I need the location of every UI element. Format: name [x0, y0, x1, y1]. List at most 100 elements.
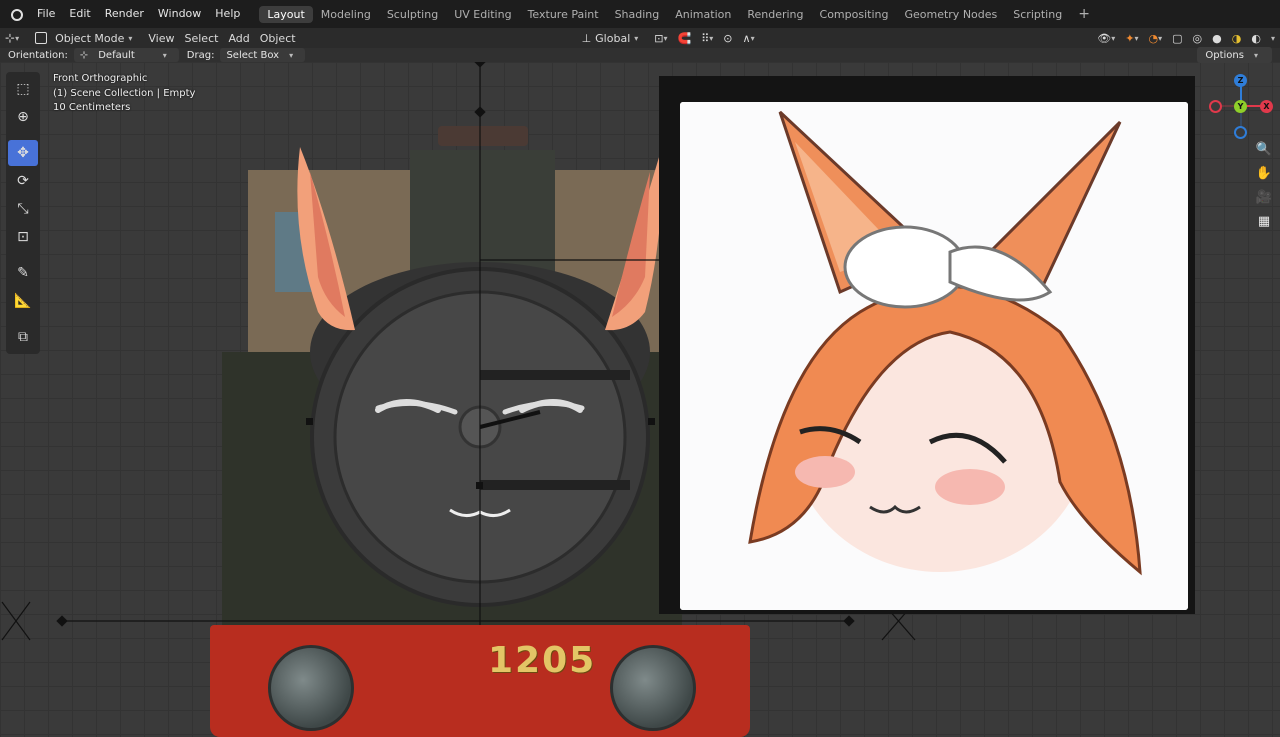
shading-options-button[interactable]: ▾ [1266, 28, 1280, 48]
workspace-tabs: Layout Modeling Sculpting UV Editing Tex… [259, 5, 1098, 23]
snap-toggle-icon[interactable]: 🧲 [673, 28, 697, 48]
tab-compositing[interactable]: Compositing [812, 6, 897, 23]
gizmo-toggle-icon[interactable]: ✦ ▾ [1120, 28, 1143, 48]
tab-rendering[interactable]: Rendering [739, 6, 811, 23]
ortho-grid-icon[interactable]: ▦ [1254, 212, 1274, 232]
tab-modeling[interactable]: Modeling [313, 6, 379, 23]
menu-select[interactable]: Select [180, 28, 224, 48]
chevron-down-icon: ▾ [1158, 33, 1163, 43]
snap-increment-button[interactable]: ⠿ ▾ [696, 28, 718, 48]
drag-dropdown[interactable]: Select Box ▾ [220, 48, 306, 62]
visibility-eye-icon[interactable]: 👁 ▾ [1092, 28, 1120, 48]
blender-logo-icon[interactable] [8, 6, 24, 22]
options-label: Options [1205, 49, 1244, 61]
menu-help[interactable]: Help [208, 0, 247, 28]
reference-image [680, 102, 1188, 610]
neg-z-axis-handle[interactable] [1234, 126, 1247, 139]
chevron-down-icon: ▾ [634, 33, 639, 43]
drag-value: Select Box [226, 49, 280, 61]
object-mode-icon [35, 32, 48, 44]
proportional-edit-icon[interactable]: ⊙ [718, 28, 737, 48]
options-dropdown[interactable]: Options ▾ [1197, 47, 1272, 63]
tab-shading[interactable]: Shading [607, 6, 668, 23]
chevron-down-icon: ▾ [162, 50, 167, 60]
orientation-dropdown[interactable]: ⊹ Default ▾ [73, 48, 179, 62]
chimney-cap [438, 126, 528, 146]
falloff-curve-icon[interactable]: ∧ ▾ [738, 28, 760, 48]
y-axis-handle[interactable]: Y [1234, 100, 1247, 113]
menu-object[interactable]: Object [255, 28, 301, 48]
menu-view[interactable]: View [143, 28, 179, 48]
tab-texture-paint[interactable]: Texture Paint [520, 6, 607, 23]
transform-tool[interactable]: ⊡ [8, 224, 38, 250]
menu-render[interactable]: Render [98, 0, 151, 28]
chevron-down-icon: ▾ [1134, 33, 1139, 43]
menu-add[interactable]: Add [223, 28, 254, 48]
scale-tool[interactable]: ⤡ [8, 196, 38, 222]
camera-view-icon[interactable]: 🎥 [1254, 188, 1274, 208]
cursor-icon: ⊕ [17, 109, 29, 125]
measure-tool[interactable]: 📐 [8, 288, 38, 314]
add-cube-tool[interactable]: ⧉ [8, 324, 38, 350]
tab-geometry-nodes[interactable]: Geometry Nodes [896, 6, 1005, 23]
transform-orientation-dropdown[interactable]: ⊥ Global ▾ [576, 30, 645, 46]
chevron-down-icon: ▾ [1253, 50, 1258, 60]
menu-edit[interactable]: Edit [62, 0, 97, 28]
tab-layout[interactable]: Layout [259, 5, 313, 23]
annotate-tool[interactable]: ✎ [8, 260, 38, 286]
overlay-toggle-icon[interactable]: ◔ ▾ [1144, 28, 1168, 48]
cursor-tool[interactable]: ⊕ [8, 104, 38, 130]
transform-icon: ⊡ [17, 229, 29, 245]
wireframe-shading-icon[interactable]: ◎ [1188, 28, 1208, 48]
chevron-down-icon: ▾ [289, 50, 294, 60]
chevron-down-icon: ▾ [1111, 33, 1116, 43]
move-icon: ✥ [17, 145, 29, 161]
collection-info: (1) Scene Collection | Empty [53, 87, 196, 99]
add-workspace-button[interactable]: + [1070, 6, 1098, 22]
mode-dropdown[interactable]: Object Mode ▾ [29, 30, 138, 46]
grid-scale: 10 Centimeters [53, 102, 131, 113]
rendered-shading-icon[interactable]: ◐ [1246, 28, 1266, 48]
tab-sculpting[interactable]: Sculpting [379, 6, 446, 23]
z-axis-handle[interactable]: Z [1234, 74, 1247, 87]
navigation-gizmo[interactable]: Z Y X [1206, 72, 1278, 142]
3d-viewport[interactable]: 1205 [0, 62, 1280, 737]
orientation-value: Default [98, 49, 135, 61]
editor-type-button[interactable]: ⊹ ▾ [0, 28, 24, 48]
solid-shading-icon[interactable]: ● [1207, 28, 1227, 48]
locomotive-number: 1205 [488, 640, 597, 681]
viewport-header: ⊹ ▾ Object Mode ▾ View Select Add Object … [0, 28, 1280, 48]
rotate-tool[interactable]: ⟳ [8, 168, 38, 194]
left-buffer [268, 645, 354, 731]
xray-toggle-icon[interactable]: ▢ [1167, 28, 1187, 48]
scale-icon: ⤡ [17, 201, 29, 217]
pivot-point-button[interactable]: ⊡ ▾ [649, 28, 672, 48]
pan-hand-icon[interactable]: ✋ [1254, 164, 1274, 184]
door-handle-bottom [480, 480, 630, 490]
tab-scripting[interactable]: Scripting [1005, 6, 1070, 23]
chevron-down-icon: ▾ [750, 33, 755, 43]
right-buffer [610, 645, 696, 731]
tab-animation[interactable]: Animation [667, 6, 739, 23]
transform-orientation-label: Global [595, 31, 631, 45]
mode-label: Object Mode [55, 31, 125, 45]
measure-ruler-icon: 📐 [14, 293, 32, 309]
menu-window[interactable]: Window [151, 0, 208, 28]
menu-file[interactable]: File [30, 0, 62, 28]
x-axis-handle[interactable]: X [1260, 100, 1273, 113]
neg-x-axis-handle[interactable] [1209, 100, 1222, 113]
editor-type-icon: ⊹ [5, 31, 16, 45]
tool-settings-header: Orientation: ⊹ Default ▾ Drag: Select Bo… [0, 47, 1280, 63]
material-shading-icon[interactable]: ◑ [1227, 28, 1247, 48]
tab-uv-editing[interactable]: UV Editing [446, 6, 519, 23]
move-tool[interactable]: ✥ [8, 140, 38, 166]
chevron-down-icon: ▾ [1270, 33, 1275, 43]
door-handle-top [480, 370, 630, 380]
select-box-tool[interactable]: ⬚ [8, 76, 38, 102]
anime-fox-girl-illustration [680, 102, 1188, 610]
chevron-down-icon: ▾ [128, 33, 133, 43]
zoom-icon[interactable]: 🔍 [1254, 140, 1274, 160]
chevron-down-icon: ▾ [709, 33, 714, 43]
viewport-shading-controls: 👁 ▾ ✦ ▾ ◔ ▾ ▢ ◎ ● ◑ ◐ ▾ [1092, 28, 1280, 48]
annotate-pen-icon: ✎ [17, 265, 29, 281]
